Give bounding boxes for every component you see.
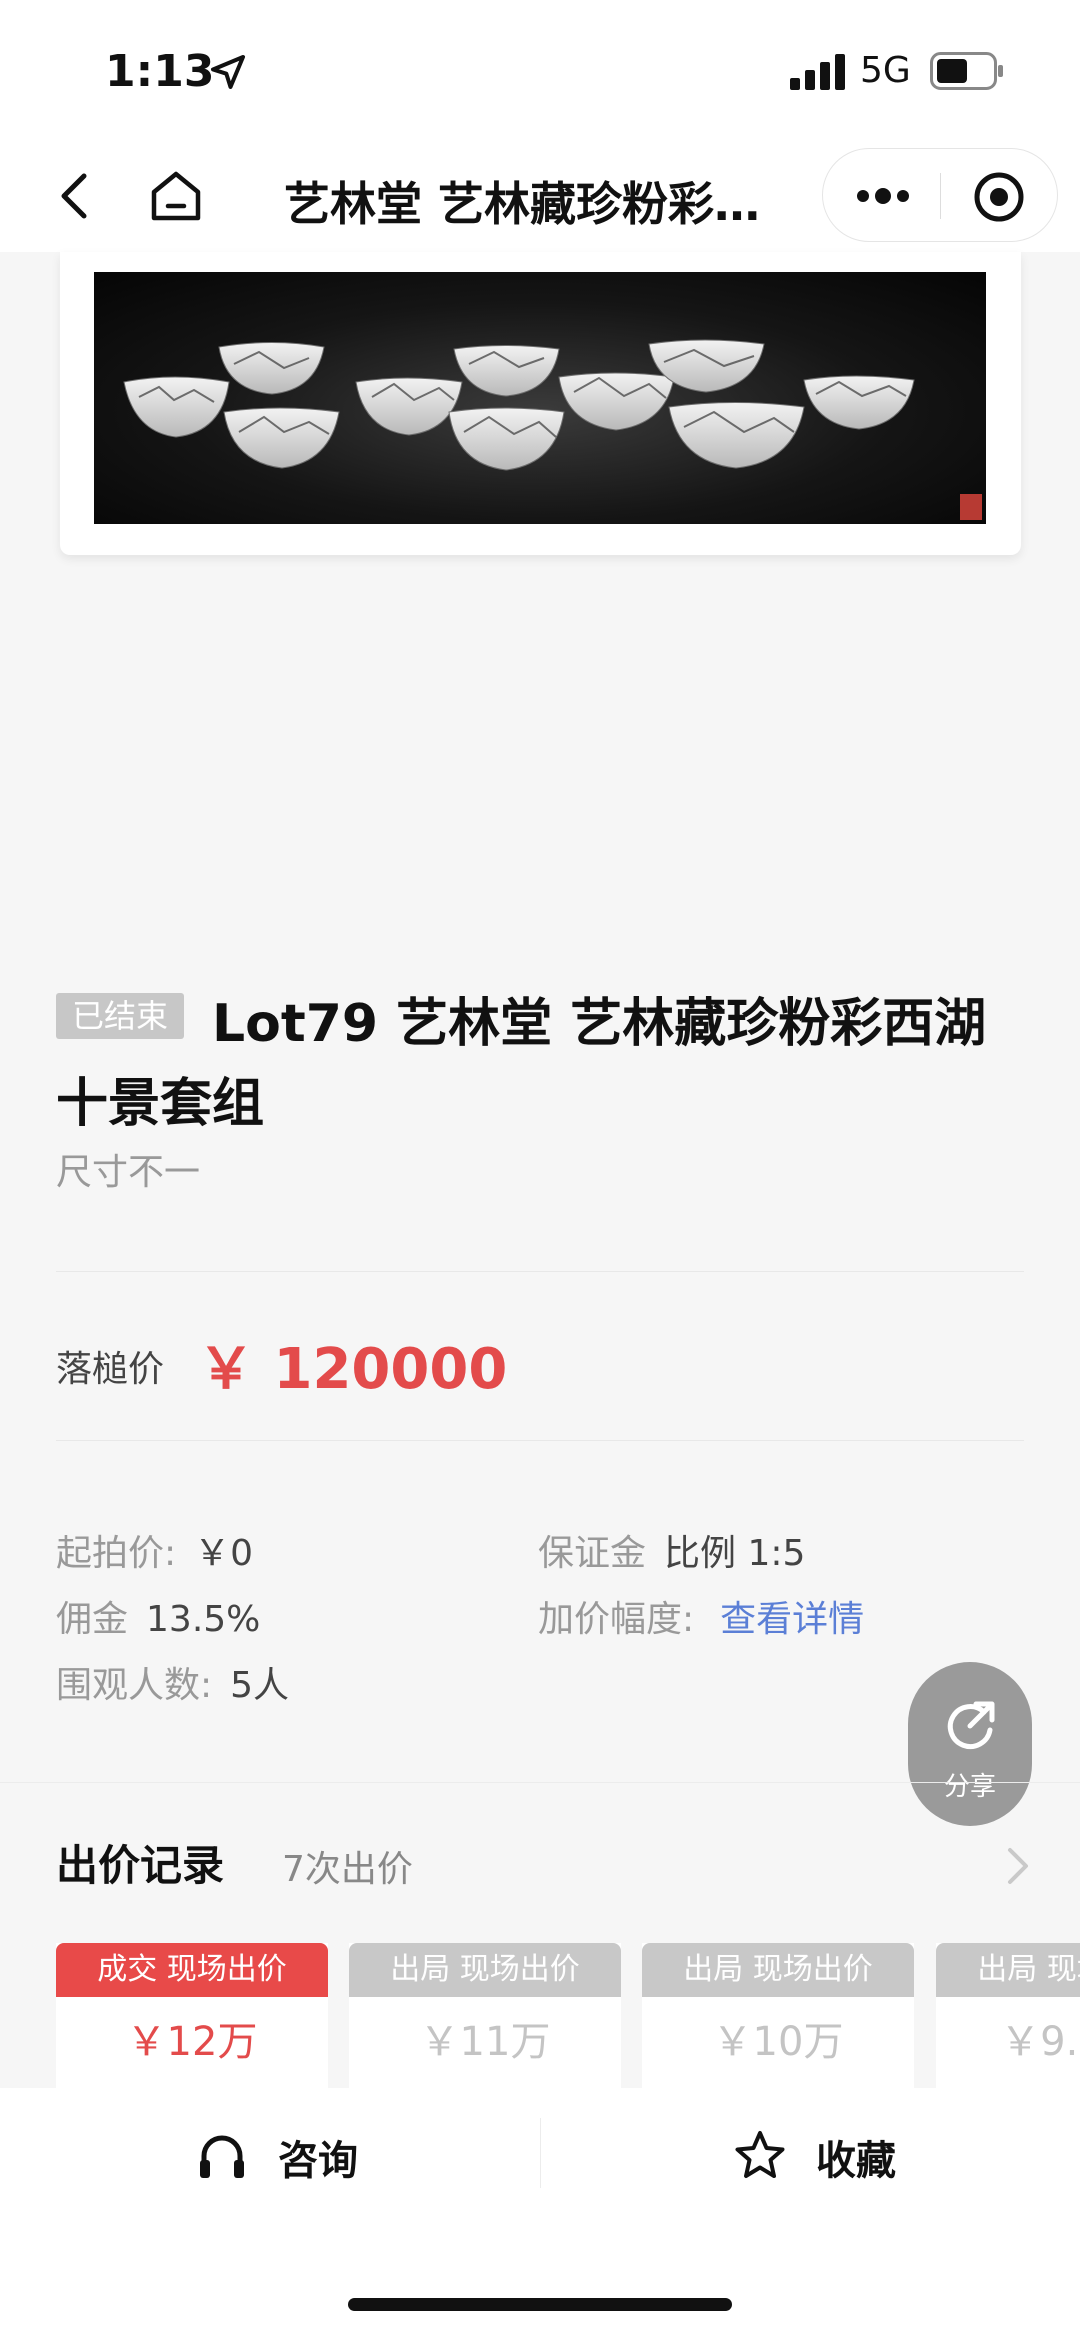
headset-icon — [200, 2135, 244, 2178]
star-icon — [735, 2131, 785, 2178]
bid-card[interactable]: 出局 现场出价 ￥9.5万 — [936, 1943, 1080, 2088]
close-miniprogram-icon[interactable] — [973, 171, 1025, 223]
divider — [0, 1782, 1080, 1783]
commission-label: 佣金 — [56, 1599, 129, 1640]
share-button[interactable]: 分享 — [908, 1662, 1032, 1826]
capsule-divider — [940, 173, 941, 219]
porcelain-cups-illustration — [123, 339, 915, 471]
bid-amount: ￥12万 — [126, 2019, 258, 2065]
share-icon — [947, 1701, 995, 1750]
status-time: 1:13 — [105, 46, 215, 97]
increment-label: 加价幅度: — [538, 1599, 695, 1640]
bid-record-title: 出价记录 — [56, 1841, 225, 1890]
bid-card[interactable]: 成交 现场出价 ￥12万 — [56, 1943, 328, 2088]
bottom-divider — [540, 2118, 541, 2188]
nav-title: 艺林堂 艺林藏珍粉彩… — [284, 177, 761, 231]
consult-label: 咨询 — [278, 2138, 358, 2184]
signal-icon — [790, 54, 845, 90]
product-photo[interactable] — [94, 272, 986, 524]
commission-row: 佣金 13.5% — [56, 1590, 260, 1642]
deposit-label: 保证金 — [538, 1533, 647, 1574]
network-type: 5G — [860, 50, 911, 91]
divider — [56, 1440, 1024, 1441]
back-chevron-icon[interactable] — [50, 164, 100, 228]
viewers-label: 围观人数: — [56, 1665, 213, 1706]
location-arrow-icon — [211, 55, 245, 89]
product-image-card[interactable] — [60, 252, 1021, 555]
viewers-row: 围观人数: 5人 — [56, 1656, 289, 1708]
miniprogram-capsule — [822, 148, 1058, 242]
increment-row: 加价幅度: 查看详情 — [538, 1590, 864, 1642]
bid-status: 出局 现场出价 — [936, 1943, 1080, 1997]
bid-card[interactable]: 出局 现场出价 ￥11万 — [349, 1943, 621, 2088]
bid-status: 出局 现场出价 — [349, 1943, 621, 1997]
hammer-price-value: ￥ 120000 — [198, 1337, 508, 1402]
deposit-row: 保证金 比例 1:5 — [538, 1524, 805, 1576]
share-label: 分享 — [943, 1772, 996, 1802]
bid-amount: ￥9.5万 — [1000, 2019, 1080, 2065]
home-indicator — [348, 2298, 732, 2311]
bid-amount: ￥10万 — [712, 2019, 844, 2065]
bid-status: 成交 现场出价 — [56, 1943, 328, 1997]
home-icon[interactable] — [146, 164, 206, 228]
lot-title: Lot79 艺林堂 艺林藏珍粉彩西湖十景套组 — [56, 994, 987, 1134]
deposit-value: 比例 1:5 — [664, 1533, 806, 1574]
start-price-row: 起拍价: ￥0 — [56, 1524, 253, 1576]
bottom-action-bar: 咨询 收藏 — [0, 2088, 1080, 2337]
status-bar: 1:13 5G — [0, 0, 1080, 140]
commission-value: 13.5% — [146, 1599, 261, 1640]
bid-status: 出局 现场出价 — [642, 1943, 914, 1997]
chevron-right-icon[interactable] — [1004, 1844, 1032, 1888]
battery-icon — [930, 52, 1003, 90]
increment-details-link[interactable]: 查看详情 — [720, 1599, 864, 1640]
hammer-price-label: 落槌价 — [56, 1349, 165, 1390]
divider — [56, 1271, 1024, 1272]
nav-bar: 艺林堂 艺林藏珍粉彩… — [0, 140, 1080, 252]
more-dots-icon[interactable] — [853, 179, 913, 213]
red-seal-stamp — [960, 494, 982, 520]
bid-list: 成交 现场出价 ￥12万 出局 现场出价 ￥11万 出局 现场出价 ￥10万 出… — [56, 1943, 1080, 2088]
favorite-label: 收藏 — [816, 2138, 896, 2184]
start-price-label: 起拍价: — [56, 1533, 177, 1574]
size-note: 尺寸不一 — [56, 1152, 201, 1193]
bid-count: 7次出价 — [282, 1849, 413, 1890]
viewers-value: 5人 — [230, 1665, 290, 1706]
bid-amount: ￥11万 — [419, 2019, 551, 2065]
start-price-value: ￥0 — [194, 1533, 254, 1574]
bid-card[interactable]: 出局 现场出价 ￥10万 — [642, 1943, 914, 2088]
lot-detail-page: 1:13 5G 艺林堂 艺林藏珍粉彩… 已结束 Lot79 艺林堂 艺林藏珍粉彩… — [0, 0, 1080, 2337]
